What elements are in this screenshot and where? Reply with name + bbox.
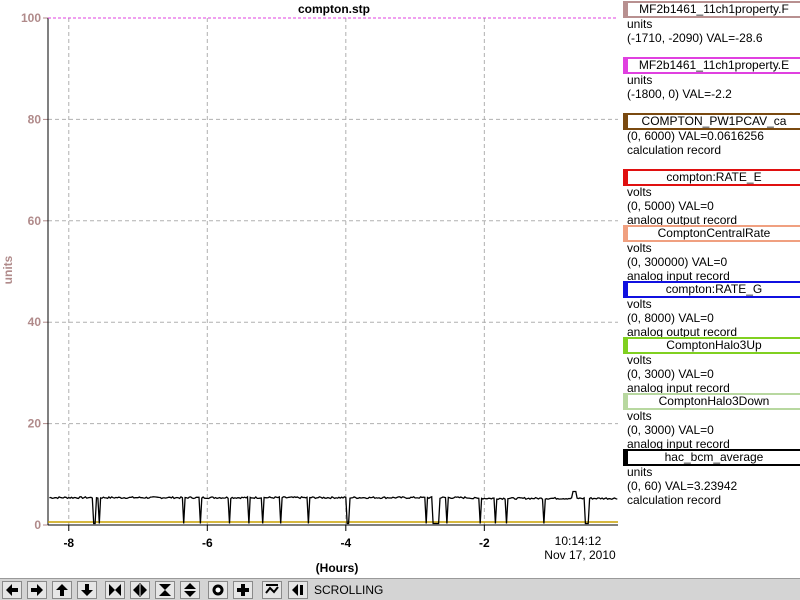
pan-right-button[interactable] bbox=[27, 581, 47, 599]
arrow-down-icon bbox=[81, 584, 93, 596]
stagger-button[interactable] bbox=[262, 581, 282, 599]
legend-name: ComptonHalo3Down bbox=[658, 394, 770, 408]
legend-type: calculation record bbox=[627, 143, 722, 157]
stagger-icon bbox=[265, 584, 279, 594]
y-tick-label: 20 bbox=[28, 417, 42, 431]
legend-range: (-1800, 0) VAL=-2.2 bbox=[627, 87, 732, 101]
zoom-out-y-icon bbox=[184, 583, 196, 597]
legend-entry[interactable]: MF2b1461_11ch1property.F units (-1710, -20… bbox=[621, 0, 800, 56]
legend-type: calculation record bbox=[627, 493, 722, 507]
legend-name: compton:RATE_E bbox=[666, 170, 762, 184]
y-tick-label: 80 bbox=[28, 112, 42, 126]
x-tick-label: -6 bbox=[202, 536, 213, 550]
x-axis-label: (Hours) bbox=[316, 561, 359, 575]
arrow-right-icon bbox=[31, 584, 43, 596]
legend-entry[interactable]: hac_bcm_averageunits (0, 60) VAL=3.23942 c… bbox=[621, 448, 800, 507]
y-tick-label: 40 bbox=[28, 315, 42, 329]
pan-down-button[interactable] bbox=[77, 581, 97, 599]
legend-name: hac_bcm_average bbox=[664, 450, 764, 464]
legend-units: volts bbox=[627, 241, 652, 255]
y-axis-label: units bbox=[1, 255, 15, 284]
zoom-reset-button[interactable] bbox=[233, 581, 253, 599]
zoom-in-y-button[interactable] bbox=[155, 581, 175, 599]
legend-units: units bbox=[627, 465, 653, 479]
legend-units: units bbox=[627, 17, 653, 31]
zoom-out-y-button[interactable] bbox=[180, 581, 200, 599]
y-tick-label: 0 bbox=[34, 518, 41, 532]
toolbar: SCROLLING bbox=[0, 578, 800, 600]
legend-range: (0, 3000) VAL=0 bbox=[627, 367, 714, 381]
legend-entry[interactable]: MF2b1461_11ch1property.E units (-1800, 0) … bbox=[621, 56, 800, 112]
undo-button[interactable] bbox=[288, 581, 308, 599]
legend-swatch[interactable]: COMPTON_PW1PCAV_ca bbox=[623, 113, 800, 130]
pan-up-button[interactable] bbox=[52, 581, 72, 599]
legend-units: volts bbox=[627, 409, 652, 423]
legend-swatch[interactable]: compton:RATE_E bbox=[623, 169, 800, 186]
x-tick-label: -4 bbox=[340, 536, 351, 550]
legend-units: volts bbox=[627, 185, 652, 199]
legend-entry[interactable]: ComptonHalo3Up volts (0, 3000) VAL=0 analog… bbox=[621, 336, 800, 395]
legend-swatch[interactable]: ComptonCentralRate bbox=[623, 225, 800, 242]
legend-swatch[interactable]: MF2b1461_11ch1property.F bbox=[623, 1, 800, 18]
legend-entry[interactable]: ComptonCentralRate volts (0, 300000) VAL=0… bbox=[621, 224, 800, 283]
scrolling-status: SCROLLING bbox=[314, 583, 384, 597]
zoom-out-x-button[interactable] bbox=[130, 581, 150, 599]
x-tick-label: -8 bbox=[63, 536, 74, 550]
legend-units: units bbox=[627, 73, 653, 87]
zoom-in-x-icon bbox=[109, 584, 121, 596]
legend-entry[interactable]: compton:RATE_E volts (0, 5000) VAL=0 analog… bbox=[621, 168, 800, 227]
legend: MF2b1461_11ch1property.F units (-1710, -20… bbox=[621, 0, 800, 507]
legend-entry[interactable]: COMPTON_PW1PCAV_ca (0, 6000) VAL=0.061625… bbox=[621, 112, 800, 168]
legend-entry[interactable]: ComptonHalo3Down volts (0, 3000) VAL=0 anal… bbox=[621, 392, 800, 451]
legend-range: (0, 300000) VAL=0 bbox=[627, 255, 728, 269]
legend-swatch[interactable]: ComptonHalo3Down bbox=[623, 393, 800, 410]
legend-swatch[interactable]: hac_bcm_average bbox=[623, 449, 800, 466]
pan-left-button[interactable] bbox=[2, 581, 22, 599]
time-label: 10:14:12 bbox=[555, 534, 602, 548]
legend-swatch[interactable]: ComptonHalo3Up bbox=[623, 337, 800, 354]
legend-swatch[interactable]: compton:RATE_G bbox=[623, 281, 800, 298]
arrow-up-icon bbox=[56, 584, 68, 596]
legend-name: MF2b1461_11ch1property.F bbox=[639, 2, 789, 16]
legend-units: volts bbox=[627, 297, 652, 311]
zoom-in-y-icon bbox=[159, 584, 171, 596]
circle-target-icon bbox=[212, 584, 224, 596]
x-tick-label: -2 bbox=[479, 536, 490, 550]
legend-name: ComptonHalo3Up bbox=[666, 338, 762, 352]
legend-range: (0, 5000) VAL=0 bbox=[627, 199, 714, 213]
zoom-box-button[interactable] bbox=[208, 581, 228, 599]
chart-title: compton.stp bbox=[298, 2, 370, 16]
legend-range: (0, 6000) VAL=0.0616256 bbox=[627, 129, 764, 143]
legend-range: (-1710, -2090) VAL=-28.6 bbox=[627, 31, 763, 45]
undo-arrow-icon bbox=[292, 584, 303, 596]
zoom-out-x-icon bbox=[133, 583, 147, 597]
legend-swatch[interactable]: MF2b1461_11ch1property.E bbox=[623, 57, 800, 74]
strip-chart[interactable]: compton.stp units (Hours) 10:14:12 Nov 1… bbox=[0, 0, 620, 578]
legend-range: (0, 8000) VAL=0 bbox=[627, 311, 714, 325]
zoom-in-x-button[interactable] bbox=[105, 581, 125, 599]
legend-range: (0, 60) VAL=3.23942 bbox=[627, 479, 738, 493]
plus-icon bbox=[237, 584, 249, 596]
legend-name: compton:RATE_G bbox=[665, 282, 763, 296]
date-label: Nov 17, 2010 bbox=[544, 548, 616, 562]
legend-range: (0, 3000) VAL=0 bbox=[627, 423, 714, 437]
y-tick-label: 100 bbox=[21, 11, 41, 25]
legend-name: COMPTON_PW1PCAV_ca bbox=[641, 114, 787, 128]
arrow-left-icon bbox=[6, 584, 18, 596]
legend-units: volts bbox=[627, 353, 652, 367]
y-tick-label: 60 bbox=[28, 214, 42, 228]
legend-entry[interactable]: compton:RATE_G volts (0, 8000) VAL=0 analog… bbox=[621, 280, 800, 339]
legend-name: MF2b1461_11ch1property.E bbox=[638, 58, 790, 72]
legend-name: ComptonCentralRate bbox=[657, 226, 771, 240]
